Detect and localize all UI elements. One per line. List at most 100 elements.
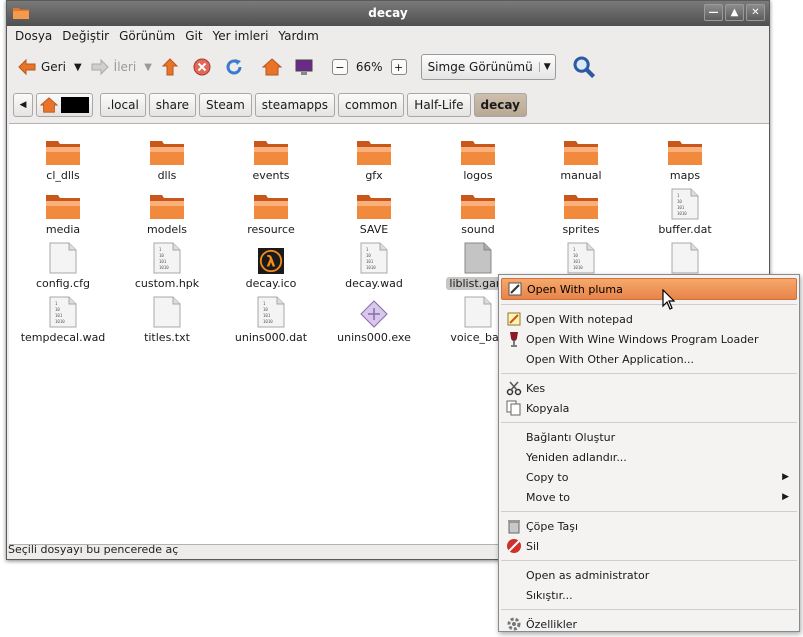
close-button[interactable]: ✕: [746, 4, 765, 21]
context-menu-item[interactable]: Yeniden adlandır...: [499, 447, 799, 467]
file-item[interactable]: 1 10 101 1010 custom.hpk: [117, 240, 217, 290]
home-icon: [40, 97, 58, 113]
path-item-steam[interactable]: Steam: [199, 93, 252, 117]
context-menu: Open With pluma Open With notepad Open Wit…: [498, 274, 800, 632]
back-history-dropdown[interactable]: ▼: [72, 53, 84, 81]
context-menu-item[interactable]: Sil: [499, 536, 799, 556]
folder-icon: [356, 186, 392, 220]
menu-dosya[interactable]: Dosya: [10, 26, 57, 47]
context-menu-item[interactable]: Open With pluma: [501, 278, 797, 300]
file-name: unins000.exe: [337, 331, 411, 344]
wine-icon: [506, 331, 522, 347]
context-menu-item[interactable]: Move to ▶: [499, 487, 799, 507]
forward-button[interactable]: İleri: [84, 53, 143, 81]
path-item-steamapps[interactable]: steamapps: [254, 93, 336, 117]
menu-degistir[interactable]: Değiştir: [57, 26, 114, 47]
file-name: cl_dlls: [46, 169, 80, 182]
context-menu-label: Yeniden adlandır...: [526, 450, 627, 464]
file-item[interactable]: 1 10 101 1010 decay.wad: [324, 240, 424, 290]
file-item[interactable]: SAVE: [324, 186, 424, 236]
title-bar[interactable]: decay — ▲ ✕: [7, 1, 769, 26]
file-item[interactable]: maps: [635, 132, 735, 182]
file-name: tempdecal.wad: [20, 331, 106, 344]
menu-yer-imleri[interactable]: Yer imleri: [208, 26, 274, 47]
binary-file-icon: 1 10 101 1010: [671, 186, 699, 220]
file-item[interactable]: 1 10 101 1010 tempdecal.wad: [13, 294, 113, 344]
file-item[interactable]: unins000.exe: [324, 294, 424, 344]
zoom-in-button[interactable]: +: [390, 59, 407, 75]
menu-yardim[interactable]: Yardım: [273, 26, 323, 47]
context-menu-label: Özellikler: [526, 617, 578, 631]
file-item[interactable]: logos: [428, 132, 528, 182]
reload-button[interactable]: [218, 53, 250, 81]
forward-arrow-icon: [91, 58, 109, 76]
context-menu-item[interactable]: Çöpe Taşı: [499, 516, 799, 536]
text-file-icon: [153, 294, 181, 328]
svg-text:10: 10: [159, 253, 164, 258]
context-menu-item[interactable]: Sıkıştır...: [499, 585, 799, 605]
context-menu-item[interactable]: Özellikler: [499, 614, 799, 634]
file-item[interactable]: 1 10 101 1010 unins000.dat: [221, 294, 321, 344]
file-name: titles.txt: [144, 331, 190, 344]
context-menu-item[interactable]: Open With Wine Windows Program Loader: [499, 329, 799, 349]
path-item-decay[interactable]: decay: [473, 93, 527, 117]
context-menu-label: Bağlantı Oluştur: [526, 430, 616, 444]
file-item[interactable]: sprites: [531, 186, 631, 236]
file-name: SAVE: [359, 223, 389, 236]
folder-icon: [460, 186, 496, 220]
forward-history-dropdown[interactable]: ▼: [142, 53, 154, 81]
path-home-button[interactable]: [36, 93, 93, 117]
file-item[interactable]: media: [13, 186, 113, 236]
zoom-out-button[interactable]: −: [331, 59, 348, 75]
up-button[interactable]: [154, 53, 186, 81]
file-name: decay.wad: [345, 277, 403, 290]
trash-icon: [506, 518, 522, 534]
file-item[interactable]: cl_dlls: [13, 132, 113, 182]
file-item[interactable]: config.cfg: [13, 240, 113, 290]
path-item-half-life[interactable]: Half-Life: [407, 93, 471, 117]
file-item[interactable]: events: [221, 132, 321, 182]
file-item[interactable]: λ decay.ico: [221, 240, 321, 290]
path-item-common[interactable]: common: [338, 93, 405, 117]
maximize-button[interactable]: ▲: [725, 4, 744, 21]
menu-separator: [501, 511, 797, 512]
home-button[interactable]: [256, 53, 288, 81]
file-item[interactable]: manual: [531, 132, 631, 182]
path-item-share[interactable]: share: [148, 93, 197, 117]
file-item[interactable]: resource: [221, 186, 321, 236]
context-menu-item[interactable]: Bağlantı Oluştur: [499, 427, 799, 447]
context-menu-label: Kopyala: [526, 401, 570, 415]
context-menu-item[interactable]: Kes: [499, 378, 799, 398]
file-item[interactable]: dlls: [117, 132, 217, 182]
executable-icon: [360, 294, 388, 328]
path-scroll-left-button[interactable]: ◀: [13, 93, 33, 117]
context-menu-label: Open as administrator: [526, 568, 650, 582]
search-button[interactable]: [566, 53, 602, 81]
back-arrow-icon: [18, 58, 36, 76]
stop-button[interactable]: [186, 53, 218, 81]
context-menu-item[interactable]: Open With Other Application...: [499, 349, 799, 369]
context-menu-item[interactable]: Open as administrator: [499, 565, 799, 585]
computer-button[interactable]: [288, 53, 320, 81]
up-arrow-icon: [161, 58, 179, 76]
context-menu-item[interactable]: Copy to ▶: [499, 467, 799, 487]
context-menu-label: Çöpe Taşı: [526, 519, 579, 533]
path-item-local[interactable]: .local: [100, 93, 146, 117]
minimize-button[interactable]: —: [704, 4, 723, 21]
file-item[interactable]: sound: [428, 186, 528, 236]
menu-gorunum[interactable]: Görünüm: [114, 26, 180, 47]
svg-text:1010: 1010: [263, 319, 273, 324]
back-button[interactable]: Geri: [11, 53, 72, 81]
text-file-icon: [671, 240, 699, 274]
file-name: unins000.dat: [234, 331, 308, 344]
file-name: sprites: [562, 223, 600, 236]
file-item[interactable]: titles.txt: [117, 294, 217, 344]
file-item[interactable]: gfx: [324, 132, 424, 182]
context-menu-item[interactable]: Open With notepad: [499, 309, 799, 329]
context-menu-item[interactable]: Kopyala: [499, 398, 799, 418]
menu-git[interactable]: Git: [180, 26, 207, 47]
view-mode-select[interactable]: Simge Görünümü ▼: [420, 54, 556, 80]
folder-icon: [356, 132, 392, 166]
file-item[interactable]: 1 10 101 1010 buffer.dat: [635, 186, 735, 236]
file-item[interactable]: models: [117, 186, 217, 236]
